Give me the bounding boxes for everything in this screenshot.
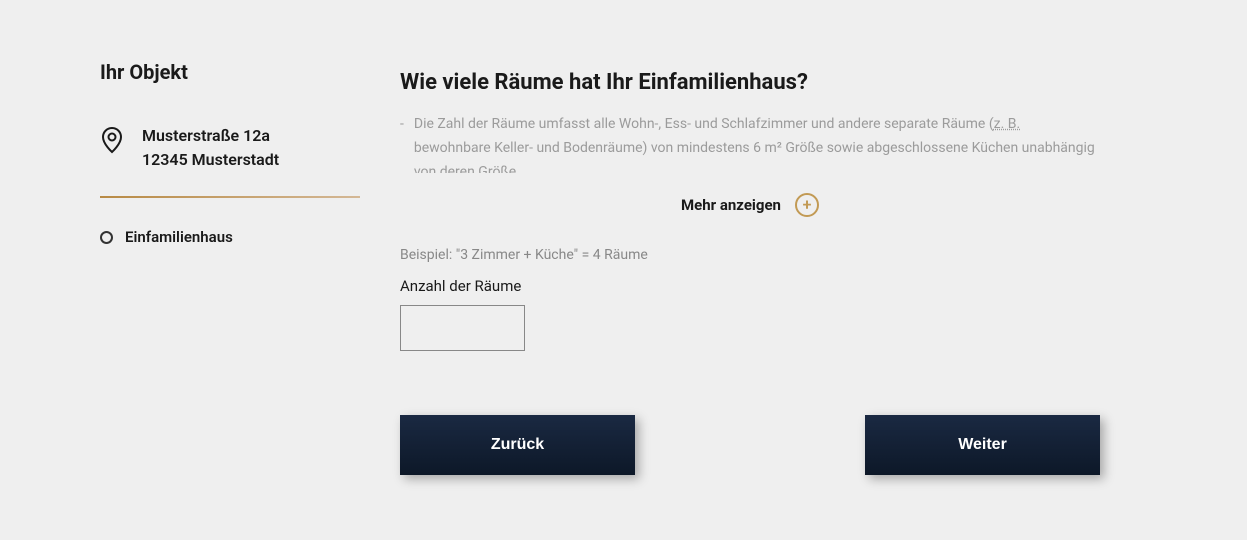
address-street: Musterstraße 12a: [142, 124, 279, 148]
next-button[interactable]: Weiter: [865, 415, 1100, 475]
example-text: Beispiel: "3 Zimmer + Küche" = 4 Räume: [400, 247, 1100, 263]
bullet-icon: -: [400, 113, 404, 173]
rooms-input-label: Anzahl der Räume: [400, 277, 1100, 295]
address-text: Musterstraße 12a 12345 Musterstadt: [142, 124, 279, 172]
location-pin-icon: [100, 124, 124, 172]
property-type-label: Einfamilienhaus: [125, 228, 233, 246]
address-city: 12345 Musterstadt: [142, 148, 279, 172]
property-type-item[interactable]: Einfamilienhaus: [100, 228, 360, 246]
plus-icon: +: [795, 193, 819, 217]
show-more-label: Mehr anzeigen: [681, 196, 781, 214]
description-list: - Die Zahl der Räume umfasst alle Wohn-,…: [400, 113, 1100, 173]
show-more-button[interactable]: Mehr anzeigen +: [400, 193, 1100, 217]
description-text: Die Zahl der Räume umfasst alle Wohn-, E…: [414, 113, 1100, 173]
abbr-text: z. B.: [994, 116, 1021, 132]
rooms-input[interactable]: [400, 305, 525, 351]
back-button[interactable]: Zurück: [400, 415, 635, 475]
radio-icon: [100, 231, 113, 244]
address-block: Musterstraße 12a 12345 Musterstadt: [100, 124, 360, 198]
question-title: Wie viele Räume hat Ihr Einfamilienhaus?: [400, 70, 1100, 95]
sidebar-title: Ihr Objekt: [100, 60, 360, 84]
